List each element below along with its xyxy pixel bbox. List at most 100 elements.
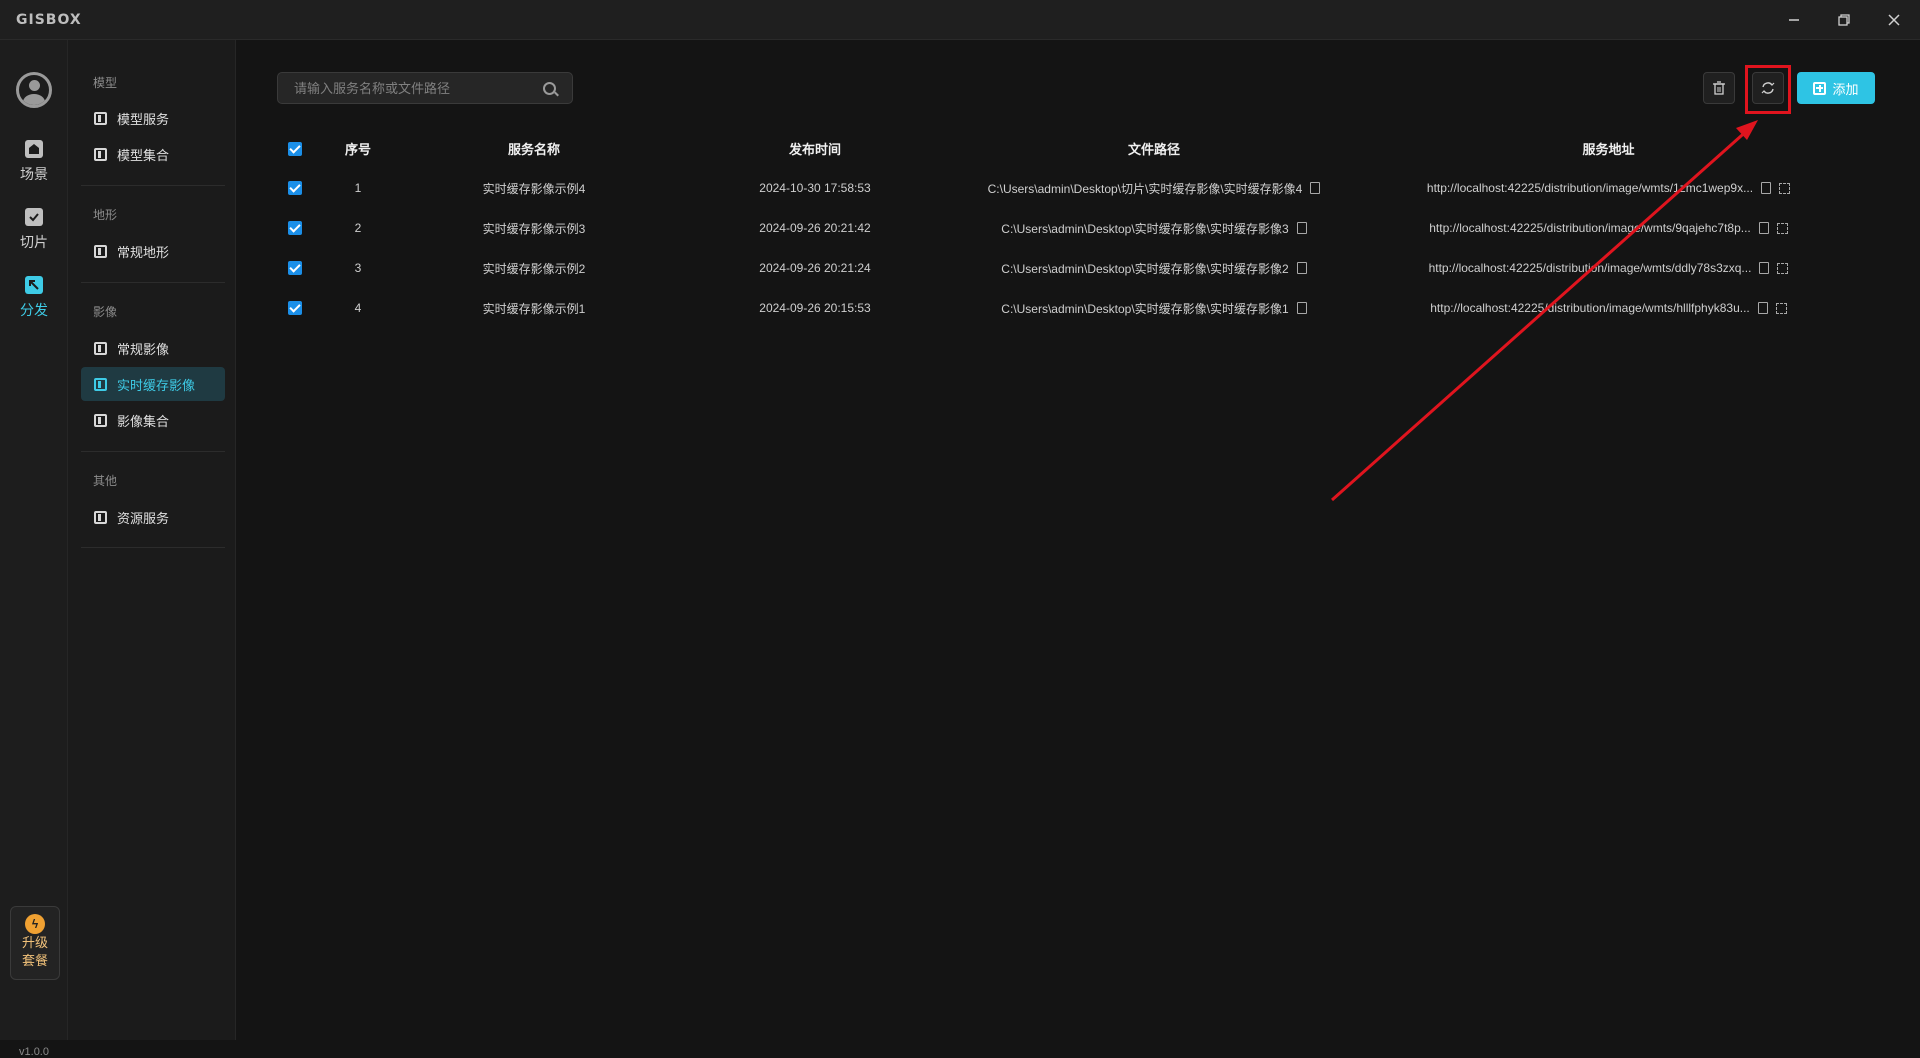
cell-file-path: C:\Users\admin\Desktop\实时缓存影像\实时缓存影像2 bbox=[1001, 261, 1289, 276]
add-icon bbox=[1813, 81, 1827, 95]
table-row[interactable]: 1 实时缓存影像示例4 2024-10-30 17:58:53 C:\Users… bbox=[277, 168, 1874, 208]
group-title-terrain: 地形 bbox=[93, 208, 118, 222]
table-header-row: 序号 服务名称 发布时间 文件路径 服务地址 bbox=[277, 128, 1874, 168]
rail-label: 场景 bbox=[20, 166, 48, 182]
lightning-icon: ϟ bbox=[25, 914, 45, 934]
preview-icon[interactable] bbox=[1777, 262, 1789, 274]
copy-icon[interactable] bbox=[1761, 182, 1772, 194]
sidebar-item-terrain[interactable]: 常规地形 bbox=[81, 234, 225, 268]
cell-file-path: C:\Users\admin\Desktop\实时缓存影像\实时缓存影像3 bbox=[1001, 221, 1289, 236]
cell-file-path: C:\Users\admin\Desktop\切片\实时缓存影像\实时缓存影像4 bbox=[987, 181, 1303, 196]
sidebar-item-imagery-collection[interactable]: 影像集合 bbox=[81, 403, 225, 437]
title-bar: GISBOX bbox=[0, 0, 1920, 40]
header-publish-time: 发布时间 bbox=[788, 141, 841, 157]
open-folder-icon[interactable] bbox=[1296, 222, 1307, 234]
restore-button[interactable] bbox=[1826, 8, 1862, 32]
annotation-highlight-box bbox=[1745, 65, 1791, 114]
slice-icon bbox=[25, 208, 43, 226]
divider bbox=[81, 185, 225, 186]
model-icon bbox=[94, 147, 107, 161]
imagery-icon bbox=[94, 341, 107, 355]
close-button[interactable] bbox=[1876, 8, 1912, 32]
rail-item-slice[interactable]: 切片 bbox=[0, 208, 68, 264]
service-table: 序号 服务名称 发布时间 文件路径 服务地址 1 实时缓存影像示例4 2024-… bbox=[277, 128, 1874, 328]
table-row[interactable]: 3 实时缓存影像示例2 2024-09-26 20:21:24 C:\Users… bbox=[277, 248, 1874, 288]
sidebar-item-label: 模型服务 bbox=[117, 111, 170, 127]
app-version: v1.0.0 bbox=[19, 1046, 49, 1058]
close-icon bbox=[1888, 14, 1900, 26]
cell-service-url: http://localhost:42225/distribution/imag… bbox=[1430, 301, 1750, 315]
row-checkbox[interactable] bbox=[288, 181, 302, 196]
cell-service-url: http://localhost:42225/distribution/imag… bbox=[1429, 221, 1751, 235]
icon-rail: 场景 切片 分发 ϟ 升级 套餐 v1.0.0 bbox=[0, 40, 68, 1058]
search-icon[interactable] bbox=[543, 81, 556, 95]
row-checkbox[interactable] bbox=[288, 261, 302, 276]
sidebar-item-label: 资源服务 bbox=[117, 510, 170, 526]
search-box bbox=[277, 72, 573, 104]
header-service-url: 服务地址 bbox=[1582, 141, 1635, 157]
cell-service-url: http://localhost:42225/distribution/imag… bbox=[1428, 261, 1752, 275]
select-all-checkbox[interactable] bbox=[288, 141, 302, 156]
cell-index: 3 bbox=[354, 261, 362, 275]
divider bbox=[81, 547, 225, 548]
cell-service-name: 实时缓存影像示例3 bbox=[482, 221, 586, 236]
minimize-icon bbox=[1789, 19, 1799, 21]
delete-button[interactable] bbox=[1703, 72, 1735, 104]
copy-icon[interactable] bbox=[1759, 262, 1770, 274]
cell-index: 4 bbox=[354, 301, 362, 315]
sidebar-item-label: 影像集合 bbox=[117, 413, 170, 429]
open-folder-icon[interactable] bbox=[1296, 262, 1307, 274]
upgrade-plan-button[interactable]: ϟ 升级 套餐 bbox=[10, 906, 60, 980]
divider bbox=[81, 282, 225, 283]
row-checkbox[interactable] bbox=[288, 221, 302, 236]
header-service-name: 服务名称 bbox=[507, 141, 560, 157]
sidebar-item-realtime-cache-imagery[interactable]: 实时缓存影像 bbox=[81, 367, 225, 401]
imagery-icon bbox=[94, 413, 107, 427]
copy-icon[interactable] bbox=[1758, 222, 1769, 234]
terrain-icon bbox=[94, 244, 107, 258]
minimize-button[interactable] bbox=[1776, 8, 1812, 32]
restore-icon bbox=[1838, 14, 1850, 26]
header-index: 序号 bbox=[344, 141, 371, 157]
table-row[interactable]: 2 实时缓存影像示例3 2024-09-26 20:21:42 C:\Users… bbox=[277, 208, 1874, 248]
sidebar-item-resource-service[interactable]: 资源服务 bbox=[81, 500, 225, 534]
sidebar-item-label: 模型集合 bbox=[117, 147, 170, 163]
cell-file-path: C:\Users\admin\Desktop\实时缓存影像\实时缓存影像1 bbox=[1001, 301, 1289, 316]
cell-publish-time: 2024-09-26 20:21:24 bbox=[759, 261, 871, 275]
preview-icon[interactable] bbox=[1776, 222, 1788, 234]
divider bbox=[81, 451, 225, 452]
row-checkbox[interactable] bbox=[288, 301, 302, 316]
sidebar-item-imagery[interactable]: 常规影像 bbox=[81, 331, 225, 365]
trash-icon bbox=[1713, 81, 1725, 95]
cell-service-name: 实时缓存影像示例2 bbox=[482, 261, 586, 276]
sidebar-item-model-collection[interactable]: 模型集合 bbox=[81, 137, 225, 171]
rail-item-distribute[interactable]: 分发 bbox=[0, 276, 68, 332]
open-folder-icon[interactable] bbox=[1296, 302, 1307, 314]
sidebar-item-label: 常规地形 bbox=[117, 244, 170, 260]
upgrade-label-line1: 升级 bbox=[21, 935, 48, 950]
home-icon bbox=[25, 140, 43, 158]
sidebar-item-model-service[interactable]: 模型服务 bbox=[81, 101, 225, 135]
cell-publish-time: 2024-09-26 20:21:42 bbox=[759, 221, 871, 235]
model-icon bbox=[94, 111, 107, 125]
sidebar-item-label: 常规影像 bbox=[117, 341, 170, 357]
preview-icon[interactable] bbox=[1779, 182, 1791, 194]
user-avatar[interactable] bbox=[16, 72, 52, 108]
resource-icon bbox=[94, 510, 107, 524]
table-row[interactable]: 4 实时缓存影像示例1 2024-09-26 20:15:53 C:\Users… bbox=[277, 288, 1874, 328]
rail-item-scene[interactable]: 场景 bbox=[0, 140, 68, 196]
sidebar-item-label: 实时缓存影像 bbox=[117, 377, 196, 393]
distribute-icon bbox=[25, 276, 43, 294]
sidebar: 模型 模型服务 模型集合 地形 常规地形 影像 常规影像 实时缓存影像 影像集合… bbox=[68, 40, 236, 1040]
group-title-other: 其他 bbox=[93, 474, 118, 488]
cell-index: 1 bbox=[354, 181, 362, 195]
cell-service-url: http://localhost:42225/distribution/imag… bbox=[1426, 181, 1754, 195]
add-button-label: 添加 bbox=[1832, 81, 1859, 97]
preview-icon[interactable] bbox=[1775, 302, 1787, 314]
group-title-model: 模型 bbox=[93, 76, 118, 90]
open-folder-icon[interactable] bbox=[1310, 182, 1321, 194]
search-input[interactable] bbox=[294, 80, 543, 96]
add-button[interactable]: 添加 bbox=[1797, 72, 1875, 104]
cell-publish-time: 2024-10-30 17:58:53 bbox=[759, 181, 871, 195]
copy-icon[interactable] bbox=[1757, 302, 1768, 314]
